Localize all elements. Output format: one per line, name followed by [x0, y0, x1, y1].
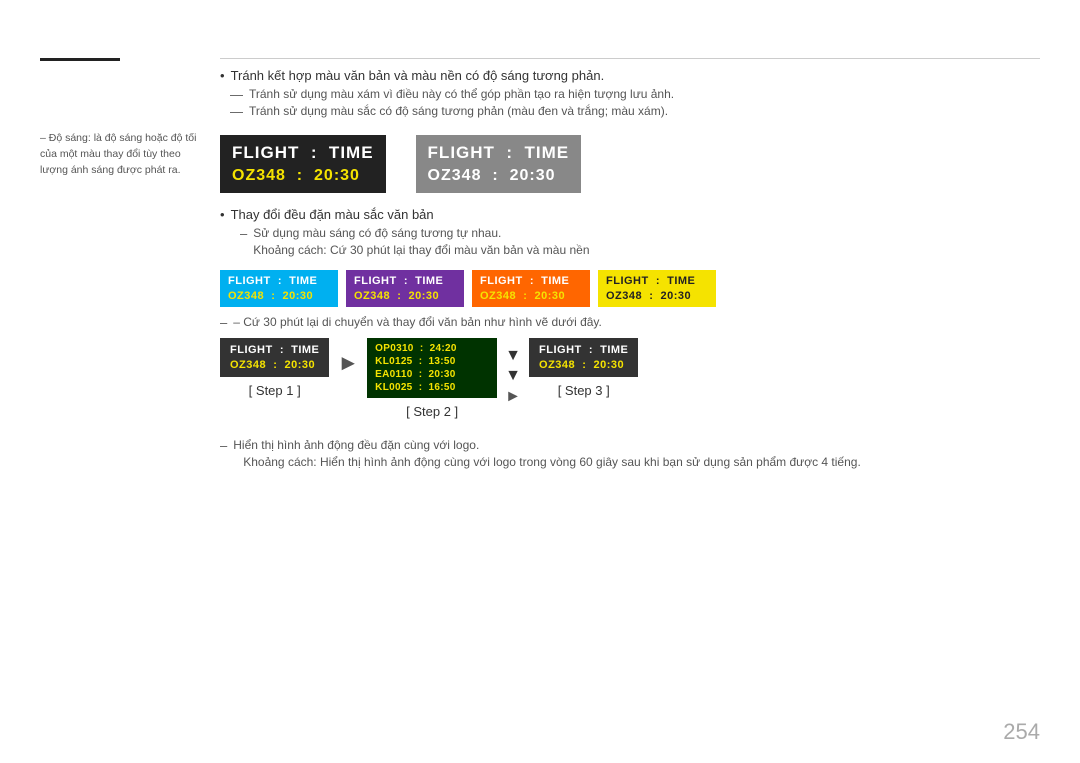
sub-bullet-dot: •: [220, 207, 225, 222]
main-content: • Tránh kết hợp màu văn bản và màu nền c…: [220, 68, 1040, 472]
top-rule: [220, 58, 1040, 59]
sidebar-rule: [40, 58, 120, 61]
card2-row1: FLIGHT : TIME: [428, 143, 570, 163]
small-card-yellow: FLIGHT : TIME OZ348 : 20:30: [598, 270, 716, 307]
bottom-text-2: Khoảng cách: Hiển thị hình ảnh động cùng…: [243, 455, 861, 469]
arrow-down-1: ▼: [505, 348, 521, 364]
step3-row1: FLIGHT : TIME: [539, 344, 628, 356]
bullet-section-1: • Tránh kết hợp màu văn bản và màu nền c…: [220, 68, 1040, 119]
small-cards-row: FLIGHT : TIME OZ348 : 20:30 FLIGHT : TIM…: [220, 270, 1040, 307]
sidebar: – Độ sáng: là độ sáng hoặc độ tối của mộ…: [40, 58, 210, 178]
sub-bullet-section: • Thay đổi đều đặn màu sắc văn bản – Sử …: [220, 207, 1040, 258]
flight-card-black-yellow: FLIGHT : TIME OZ348 : 20:30: [220, 135, 386, 193]
cyan-row1: FLIGHT : TIME: [228, 275, 330, 287]
card2-row2: OZ348 : 20:30: [428, 167, 570, 185]
purple-row2: OZ348 : 20:30: [354, 290, 456, 302]
dash-icon-1: —: [230, 87, 243, 102]
step3-label: [ Step 3 ]: [558, 383, 610, 398]
small-card-purple: FLIGHT : TIME OZ348 : 20:30: [346, 270, 464, 307]
yellow-row2: OZ348 : 20:30: [606, 290, 708, 302]
sub-dash-1: – Sử dụng màu sáng có độ sáng tương tự n…: [240, 226, 1040, 241]
sub-dash-text-1: Sử dụng màu sáng có độ sáng tương tự nha…: [253, 226, 501, 240]
arrows-area: ▼ ▼ ►: [497, 338, 529, 430]
large-displays: FLIGHT : TIME OZ348 : 20:30 FLIGHT : TIM…: [220, 135, 1040, 193]
bullet-main-1: • Tránh kết hợp màu văn bản và màu nền c…: [220, 68, 1040, 83]
card1-row1: FLIGHT : TIME: [232, 143, 374, 163]
bottom-text-1: Hiển thị hình ảnh động đều đặn cùng với …: [233, 438, 479, 452]
bullet-dot-1: •: [220, 68, 225, 83]
dash-2: — Tránh sử dụng màu sắc có độ sáng tương…: [230, 104, 1040, 119]
step3-group: FLIGHT : TIME OZ348 : 20:30 [ Step 3 ]: [529, 338, 638, 398]
small-card-cyan: FLIGHT : TIME OZ348 : 20:30: [220, 270, 338, 307]
bottom-dash-1: – Hiển thị hình ảnh động đều đặn cùng vớ…: [220, 438, 1040, 453]
dash-text-1: Tránh sử dụng màu xám vì điều này có thể…: [249, 87, 674, 101]
small-card-orange: FLIGHT : TIME OZ348 : 20:30: [472, 270, 590, 307]
dash-icon-2: —: [230, 104, 243, 119]
orange-row2: OZ348 : 20:30: [480, 290, 582, 302]
step2-row2: KL0125 : 13:50: [375, 356, 489, 367]
bullet-text-1: Tránh kết hợp màu văn bản và màu nền có …: [231, 68, 605, 83]
step2-row3: EA0110 : 20:30: [375, 369, 489, 380]
step2-group: OP0310 : 24:20 KL0125 : 13:50 EA0110 : 2…: [367, 338, 497, 419]
page-number: 254: [1003, 719, 1040, 745]
sidebar-note: – Độ sáng: là độ sáng hoặc độ tối của mộ…: [40, 131, 210, 178]
step1-row2: OZ348 : 20:30: [230, 359, 319, 371]
cyan-row2: OZ348 : 20:30: [228, 290, 330, 302]
sub-dash-text-2: Khoảng cách: Cứ 30 phút lại thay đổi màu…: [253, 243, 589, 257]
step2-row1: OP0310 : 24:20: [375, 343, 489, 354]
rotate-text: – Cứ 30 phút lại di chuyển và thay đổi v…: [233, 315, 602, 329]
dash-1: — Tránh sử dụng màu xám vì điều này có t…: [230, 87, 1040, 102]
step2-card: OP0310 : 24:20 KL0125 : 13:50 EA0110 : 2…: [367, 338, 497, 398]
step2-row4: KL0025 : 16:50: [375, 382, 489, 393]
step3-card: FLIGHT : TIME OZ348 : 20:30: [529, 338, 638, 377]
bottom-notes: – Hiển thị hình ảnh động đều đặn cùng vớ…: [220, 438, 1040, 470]
step1-card: FLIGHT : TIME OZ348 : 20:30: [220, 338, 329, 377]
rotate-note: – – Cứ 30 phút lại di chuyển và thay đổi…: [220, 315, 1040, 330]
sub-dash-2: Khoảng cách: Cứ 30 phút lại thay đổi màu…: [240, 243, 1040, 258]
arrow-down-2: ▼: [505, 368, 521, 384]
flight-card-gray-white: FLIGHT : TIME OZ348 : 20:30: [416, 135, 582, 193]
sub-dash-icon-2: [240, 243, 247, 258]
arrow-right-1: ►: [329, 338, 367, 400]
card1-row2: OZ348 : 20:30: [232, 167, 374, 185]
dash-text-2: Tránh sử dụng màu sắc có độ sáng tương p…: [249, 104, 668, 118]
step1-group: FLIGHT : TIME OZ348 : 20:30 [ Step 1 ]: [220, 338, 329, 398]
arrow-right-2: ►: [505, 388, 521, 406]
sub-bullet-main: • Thay đổi đều đặn màu sắc văn bản: [220, 207, 1040, 222]
orange-row1: FLIGHT : TIME: [480, 275, 582, 287]
bottom-dash-icon-2: [230, 455, 237, 470]
step3-row2: OZ348 : 20:30: [539, 359, 628, 371]
bottom-dash-2: Khoảng cách: Hiển thị hình ảnh động cùng…: [230, 455, 1040, 470]
yellow-row1: FLIGHT : TIME: [606, 275, 708, 287]
rotate-dash: –: [220, 315, 227, 330]
purple-row1: FLIGHT : TIME: [354, 275, 456, 287]
step1-row1: FLIGHT : TIME: [230, 344, 319, 356]
sub-bullet-text: Thay đổi đều đặn màu sắc văn bản: [231, 207, 434, 222]
step2-label: [ Step 2 ]: [406, 404, 458, 419]
step-diagram: FLIGHT : TIME OZ348 : 20:30 [ Step 1 ] ►…: [220, 338, 1040, 430]
step1-label: [ Step 1 ]: [249, 383, 301, 398]
bottom-dash-icon-1: –: [220, 438, 227, 453]
sub-dash-icon-1: –: [240, 226, 247, 241]
